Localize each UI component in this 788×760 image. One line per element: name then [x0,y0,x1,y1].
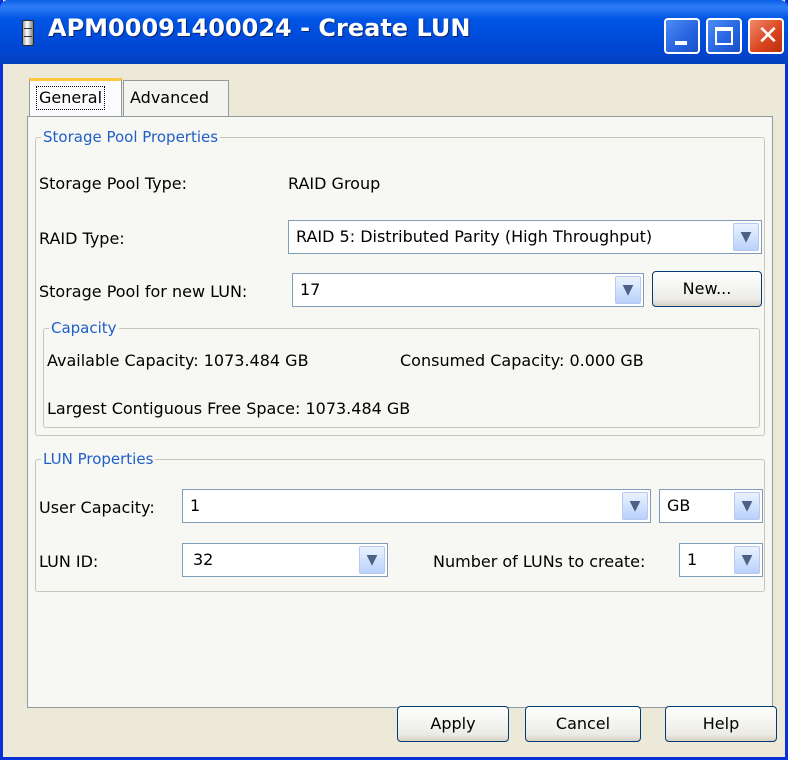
capacity-unit-select[interactable]: GB ▼ [659,489,763,523]
storage-pool-for-new-lun-label: Storage Pool for new LUN: [39,282,248,301]
storage-device-icon [22,20,34,46]
general-tab-panel: Storage Pool Properties Storage Pool Typ… [27,116,773,708]
raid-type-select[interactable]: RAID 5: Distributed Parity (High Through… [288,220,762,254]
apply-button[interactable]: Apply [397,706,509,742]
chevron-down-icon[interactable]: ▼ [622,492,648,520]
window-title: APM00091400024 - Create LUN [48,14,471,42]
chevron-down-icon[interactable]: ▼ [734,492,760,520]
close-button[interactable]: ✕ [748,18,784,54]
tab-advanced-label: Advanced [130,88,210,107]
number-of-luns-label: Number of LUNs to create: [433,552,646,571]
chevron-down-icon[interactable]: ▼ [615,276,641,304]
raid-type-label: RAID Type: [39,229,125,248]
cancel-button[interactable]: Cancel [525,706,641,742]
storage-pool-value: 17 [300,280,321,299]
user-capacity-value: 1 [190,496,201,515]
chevron-down-icon[interactable]: ▼ [359,546,385,574]
lun-id-select[interactable]: 32 ▼ [182,543,388,577]
capacity-legend: Capacity [49,318,119,338]
lun-properties-group: LUN Properties User Capacity: 1 ▼ GB ▼ L… [35,449,765,592]
storage-pool-type-value: RAID Group [288,174,381,193]
maximize-icon [715,27,733,45]
tab-general[interactable]: General [29,78,122,116]
title-bar[interactable]: APM00091400024 - Create LUN ✕ [0,0,788,64]
storage-pool-properties-group: Storage Pool Properties Storage Pool Typ… [35,127,765,436]
chevron-down-icon[interactable]: ▼ [734,546,760,574]
storage-pool-type-label: Storage Pool Type: [39,174,188,193]
tab-advanced[interactable]: Advanced [123,80,229,116]
available-capacity: Available Capacity: 1073.484 GB [47,351,309,370]
minimize-icon [675,41,687,45]
consumed-capacity: Consumed Capacity: 0.000 GB [400,351,644,370]
create-lun-dialog: APM00091400024 - Create LUN ✕ General Ad… [0,0,788,760]
lun-properties-legend: LUN Properties [41,449,156,469]
number-of-luns-select[interactable]: 1 ▼ [679,543,763,577]
storage-pool-properties-legend: Storage Pool Properties [41,127,221,147]
chevron-down-icon[interactable]: ▼ [733,223,759,251]
largest-contiguous-free-space: Largest Contiguous Free Space: 1073.484 … [47,399,411,418]
lun-id-label: LUN ID: [39,552,99,571]
number-of-luns-value: 1 [687,550,698,569]
maximize-button[interactable] [706,18,742,54]
capacity-unit-value: GB [667,496,691,515]
tab-general-label: General [36,86,106,110]
minimize-button[interactable] [664,18,700,54]
user-capacity-select[interactable]: 1 ▼ [182,489,651,523]
new-pool-button[interactable]: New... [652,271,762,307]
raid-type-value: RAID 5: Distributed Parity (High Through… [296,227,653,246]
close-icon: ✕ [757,21,779,51]
lun-id-value: 32 [193,550,214,569]
dialog-client-area: General Advanced Storage Pool Properties… [9,64,783,754]
user-capacity-label: User Capacity: [39,498,155,517]
help-button[interactable]: Help [665,706,777,742]
storage-pool-select[interactable]: 17 ▼ [292,273,644,307]
capacity-group: Capacity Available Capacity: 1073.484 GB… [43,318,760,428]
